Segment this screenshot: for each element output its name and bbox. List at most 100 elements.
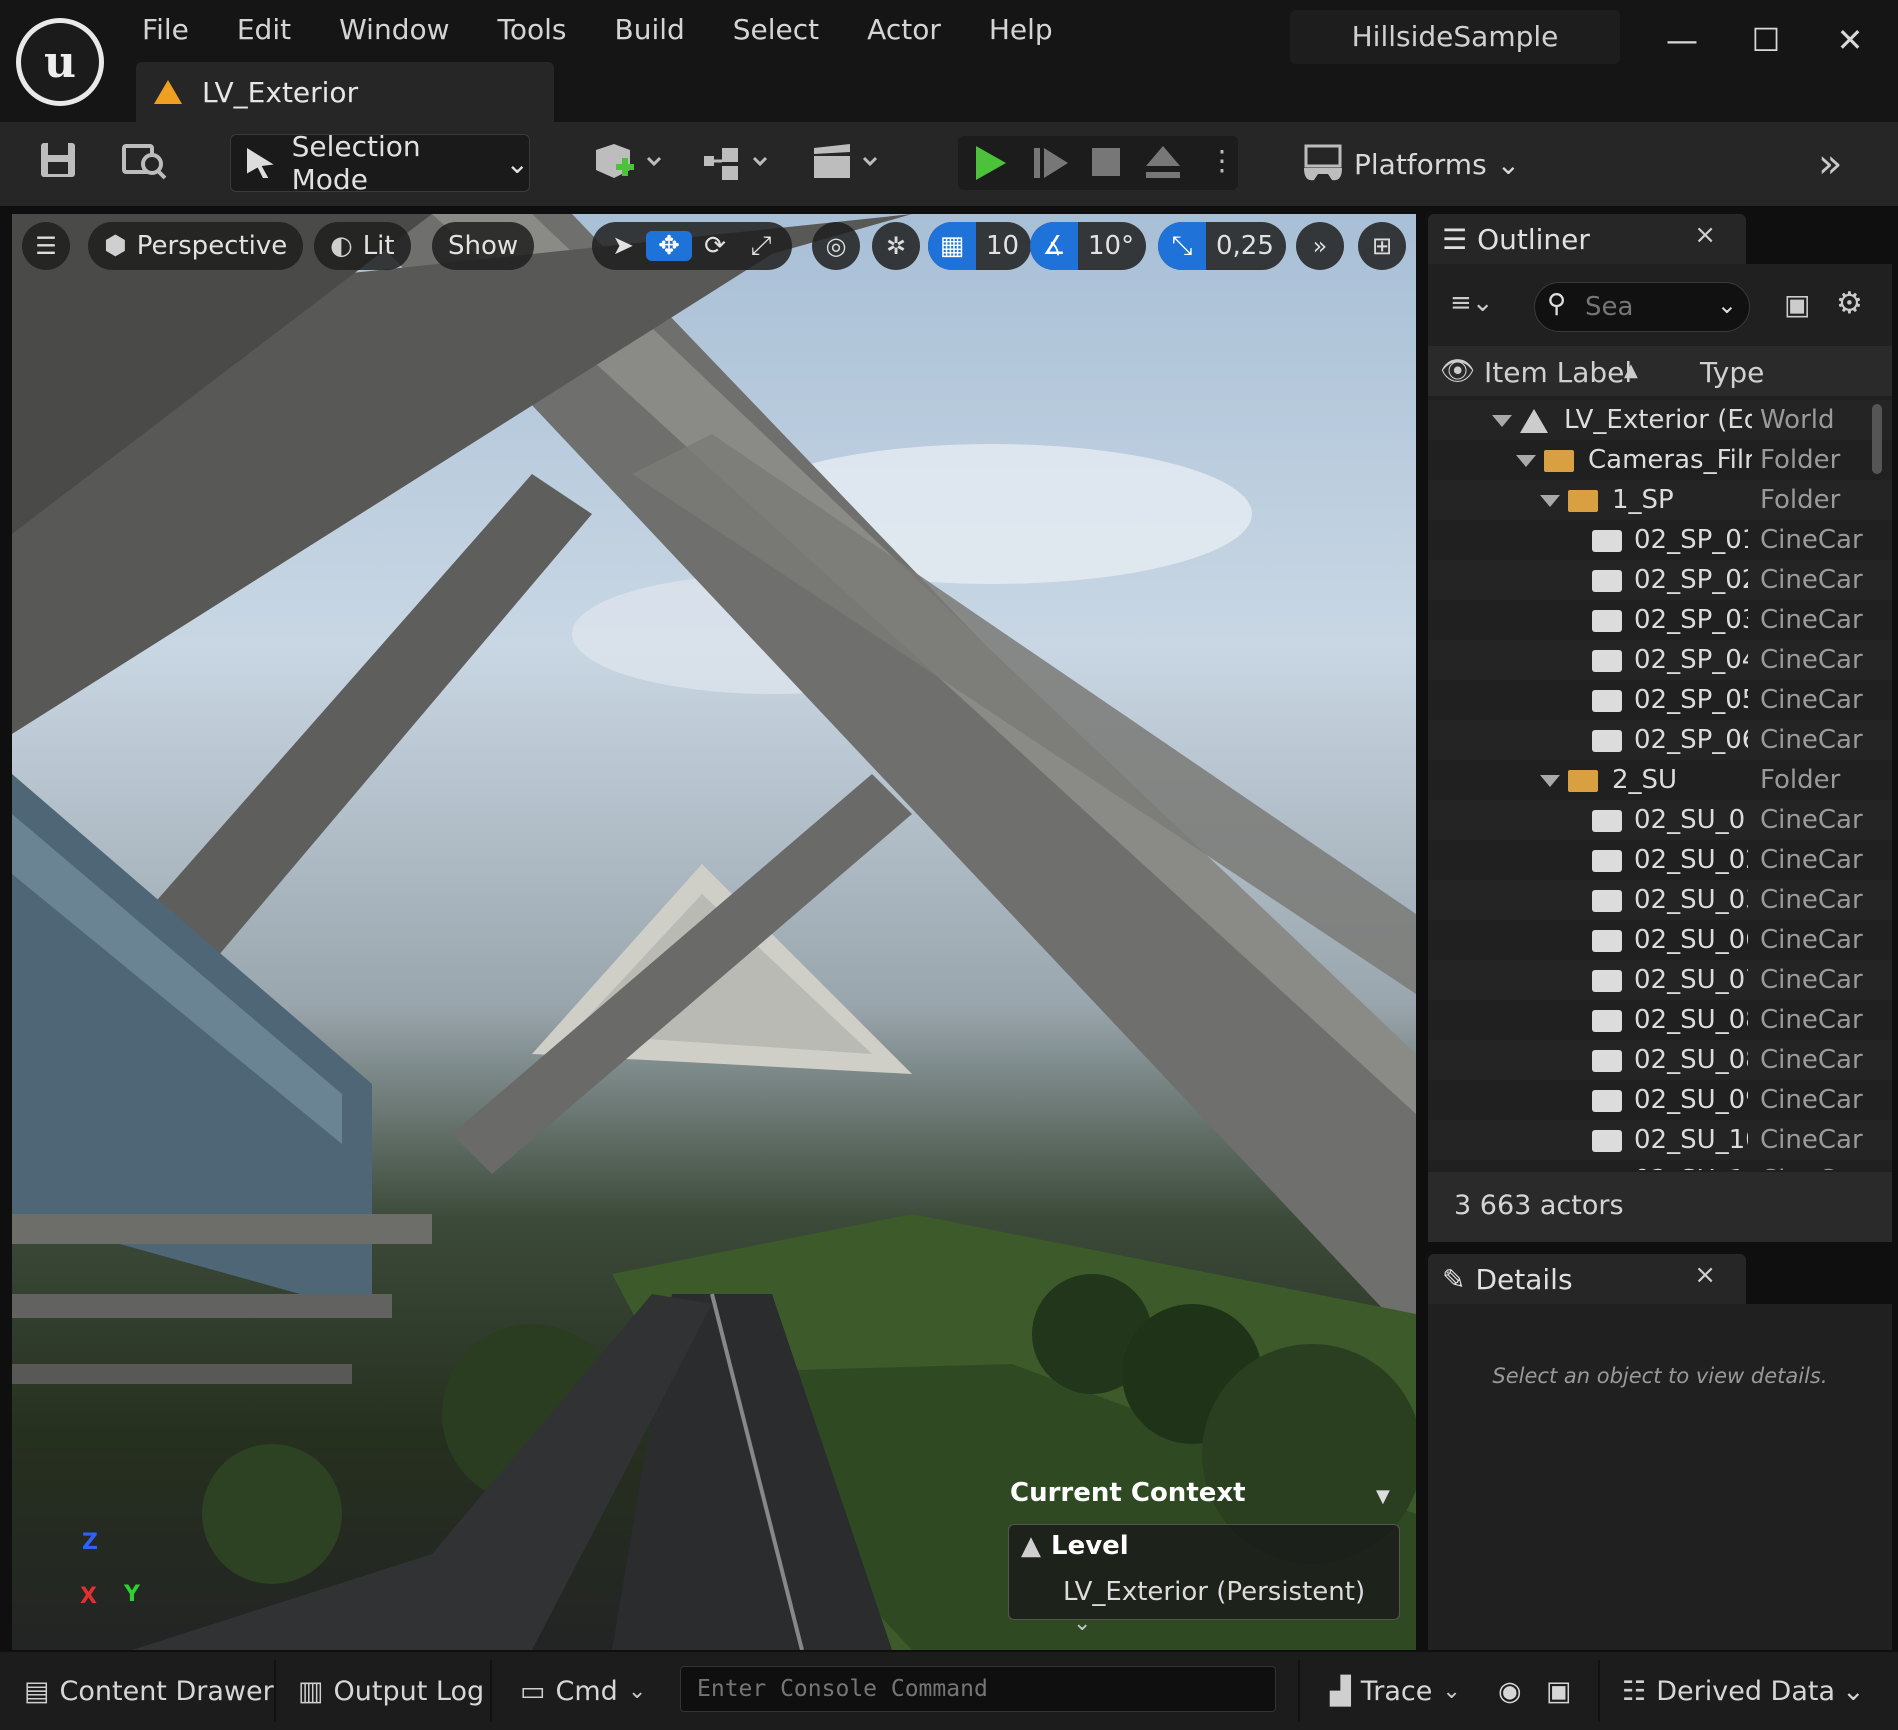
tree-row[interactable]: LV_Exterior (Ed World	[1428, 400, 1892, 440]
world-space-icon[interactable]: ◎	[812, 222, 860, 270]
save-icon[interactable]	[38, 140, 78, 188]
more-options-icon[interactable]: ⋮	[1208, 144, 1236, 177]
scale-snap-button[interactable]: ⤡ 0,25	[1158, 222, 1286, 270]
level-icon: ▲	[1021, 1531, 1041, 1561]
record-icon[interactable]: ◉	[1498, 1670, 1522, 1712]
show-button[interactable]: Show	[432, 222, 535, 270]
close-icon[interactable]: ×	[1694, 220, 1716, 250]
outliner-tab[interactable]: ☰ Outliner ×	[1428, 214, 1746, 264]
tree-row[interactable]: 02_SU_01 CineCar	[1428, 800, 1892, 840]
gear-icon[interactable]: ⚙	[1836, 286, 1863, 321]
actor-count: 3 663 actors	[1454, 1190, 1624, 1221]
close-icon[interactable]: ×	[1694, 1260, 1716, 1290]
select-tool-icon[interactable]: ➤	[600, 231, 646, 261]
add-actor-icon[interactable]	[592, 140, 672, 188]
play-button[interactable]	[976, 146, 1006, 180]
tree-row[interactable]: Cameras_Filr Folder	[1428, 440, 1892, 480]
menu-build[interactable]: Build	[590, 8, 708, 52]
console-command-field[interactable]	[680, 1666, 1276, 1712]
menu-edit[interactable]: Edit	[213, 8, 315, 52]
viewport-layout-icon[interactable]: ⊞	[1358, 222, 1406, 270]
cmd-label: Cmd	[555, 1675, 618, 1707]
tree-row[interactable]: 02_SU_10 CineCar	[1428, 1120, 1892, 1160]
perspective-button[interactable]: ⬢ Perspective	[88, 222, 304, 270]
tree-row[interactable]: 02_SP_01 CineCar	[1428, 520, 1892, 560]
skip-icon[interactable]	[1034, 148, 1070, 178]
menu-actor[interactable]: Actor	[843, 8, 965, 52]
menu-tools[interactable]: Tools	[474, 8, 591, 52]
tree-row[interactable]: 1_SP Folder	[1428, 480, 1892, 520]
unreal-logo-icon[interactable]: u	[16, 18, 104, 106]
tree-row-name: 02_SU_08	[1634, 1005, 1748, 1035]
trace-icon: ▟	[1330, 1675, 1351, 1707]
grid-snap-button[interactable]: ▦ 10	[928, 222, 1032, 270]
tree-row[interactable]: 02_SU_08 CineCar	[1428, 1000, 1892, 1040]
column-item-label[interactable]: Item Label	[1484, 356, 1632, 389]
tree-row[interactable]: 2_SU Folder	[1428, 760, 1892, 800]
content-drawer-button[interactable]: ▤ Content Drawer	[24, 1670, 274, 1712]
angle-snap-value: 10°	[1088, 231, 1135, 261]
viewport-menu-icon[interactable]: ☰	[22, 222, 70, 270]
level-viewport[interactable]: ☰ ⬢ Perspective ◐ Lit Show ➤ ✥ ⟳ ⤢ ◎ ✲ ▦…	[12, 214, 1416, 1650]
current-context-panel[interactable]: ▲ Level LV_Exterior (Persistent) ⌄	[1008, 1524, 1400, 1636]
context-level-name[interactable]: LV_Exterior (Persistent) ⌄	[1063, 1577, 1399, 1637]
tree-row[interactable]: 02_SP_03 CineCar	[1428, 600, 1892, 640]
output-log-button[interactable]: ▥ Output Log	[298, 1670, 484, 1712]
tree-row[interactable]: 02_SU_03 CineCar	[1428, 880, 1892, 920]
chevron-down-icon[interactable]: ⌄	[1842, 1670, 1865, 1712]
tree-row[interactable]: 02_SP_05 CineCar	[1428, 680, 1892, 720]
close-window-button[interactable]: ✕	[1820, 14, 1880, 66]
blueprint-icon[interactable]	[702, 140, 782, 188]
add-folder-icon[interactable]: ▣	[1784, 288, 1810, 321]
content-drawer-icon: ▤	[24, 1675, 50, 1707]
tree-row[interactable]: 02_SU_02 CineCar	[1428, 840, 1892, 880]
tree-row[interactable]: 02_SP_06 CineCar	[1428, 720, 1892, 760]
platforms-button[interactable]: Platforms ⌄	[1300, 140, 1520, 188]
snapshot-icon[interactable]: ▣	[1546, 1670, 1572, 1712]
tree-row-type: CineCar	[1760, 605, 1863, 635]
trace-dropdown[interactable]: ▟ Trace ⌄	[1330, 1670, 1461, 1712]
minimize-button[interactable]: —	[1652, 14, 1712, 66]
expand-arrow-icon[interactable]	[1540, 775, 1560, 787]
column-type[interactable]: Type	[1700, 356, 1764, 389]
menu-file[interactable]: File	[118, 8, 213, 52]
expand-arrow-icon[interactable]	[1516, 455, 1536, 467]
cmd-dropdown[interactable]: ▭ Cmd ⌄	[520, 1670, 646, 1712]
derived-data-button[interactable]: ☷ Derived Data	[1622, 1670, 1835, 1712]
move-tool-icon[interactable]: ✥	[646, 231, 692, 261]
expand-toolbar-icon[interactable]: »	[1818, 140, 1842, 188]
angle-snap-button[interactable]: ∡ 10°	[1030, 222, 1147, 270]
tree-row[interactable]: 02_SP_04 CineCar	[1428, 640, 1892, 680]
tree-row[interactable]: 02_SU_07 CineCar	[1428, 960, 1892, 1000]
menu-select[interactable]: Select	[709, 8, 843, 52]
scale-tool-icon[interactable]: ⤢	[738, 231, 784, 262]
rotate-tool-icon[interactable]: ⟳	[692, 231, 738, 261]
outliner-search[interactable]: ⚲ ⌄	[1534, 282, 1750, 332]
tree-row[interactable]: 02_SU_06 CineCar	[1428, 920, 1892, 960]
level-tab[interactable]: LV_Exterior	[136, 62, 554, 122]
cinematics-icon[interactable]	[812, 140, 892, 188]
details-tab[interactable]: ✎ Details ×	[1428, 1254, 1746, 1304]
menu-help[interactable]: Help	[965, 8, 1077, 52]
maximize-button[interactable]: ☐	[1736, 14, 1796, 66]
tree-row[interactable]: 02_SU_09 CineCar	[1428, 1080, 1892, 1120]
menu-window[interactable]: Window	[315, 8, 473, 52]
filter-icon[interactable]: ≡⌄	[1450, 288, 1494, 318]
more-viewport-options-icon[interactable]: »	[1296, 222, 1344, 270]
tree-row[interactable]: 02_SP_02 CineCar	[1428, 560, 1892, 600]
expand-arrow-icon[interactable]	[1540, 495, 1560, 507]
surface-snap-icon[interactable]: ✲	[872, 222, 920, 270]
expand-arrow-icon[interactable]	[1492, 415, 1512, 427]
outliner-scrollbar[interactable]	[1872, 404, 1882, 474]
stop-button[interactable]	[1092, 148, 1120, 176]
browse-icon[interactable]	[122, 140, 168, 188]
console-input[interactable]	[681, 1667, 1275, 1711]
lit-button[interactable]: ◐ Lit	[314, 222, 411, 270]
visibility-icon[interactable]: 👁	[1440, 354, 1476, 387]
eject-icon[interactable]	[1146, 146, 1180, 180]
selection-mode-dropdown[interactable]: Selection Mode ⌄	[230, 130, 530, 196]
tree-row[interactable]: 02_SU_11 CineCar	[1428, 1160, 1892, 1170]
search-input[interactable]	[1585, 291, 1705, 323]
tree-row[interactable]: 02_SU_08 CineCar	[1428, 1040, 1892, 1080]
context-collapse-icon[interactable]: ▼	[1376, 1486, 1390, 1507]
